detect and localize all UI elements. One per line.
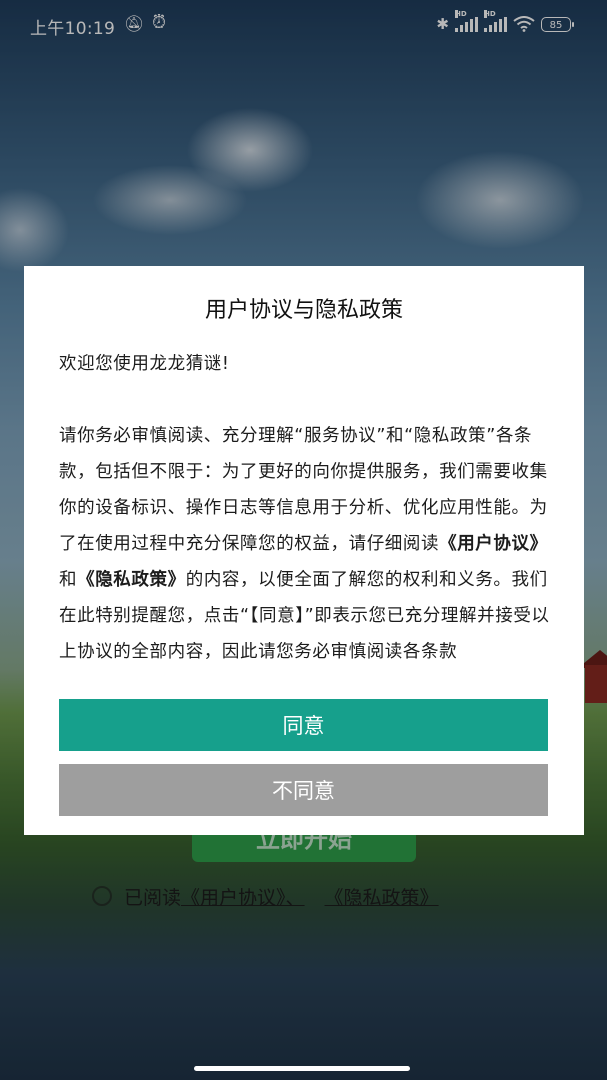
- agreement-text-and: 和: [59, 570, 78, 590]
- agree-button[interactable]: 同意: [59, 699, 548, 751]
- welcome-text: 欢迎您使用龙龙猜谜!: [59, 354, 230, 374]
- dialog-user-agreement-link[interactable]: 《用户协议》: [439, 534, 548, 554]
- privacy-dialog: 用户协议与隐私政策 欢迎您使用龙龙猜谜! 请你务必审慎阅读、充分理解“服务协议”…: [24, 266, 584, 835]
- agreement-paragraph: 请你务必审慎阅读、充分理解“服务协议”和“隐私政策”各条款，包括但不限于：为了更…: [59, 418, 560, 670]
- dialog-title: 用户协议与隐私政策: [204, 298, 403, 323]
- dialog-body: 欢迎您使用龙龙猜谜! 请你务必审慎阅读、充分理解“服务协议”和“隐私政策”各条款…: [59, 346, 560, 681]
- dialog-content-scroll[interactable]: 欢迎您使用龙龙猜谜! 请你务必审慎阅读、充分理解“服务协议”和“隐私政策”各条款…: [59, 346, 560, 681]
- dialog-privacy-policy-link[interactable]: 《隐私政策》: [77, 570, 186, 590]
- disagree-button[interactable]: 不同意: [59, 764, 548, 816]
- home-indicator[interactable]: [194, 1066, 410, 1071]
